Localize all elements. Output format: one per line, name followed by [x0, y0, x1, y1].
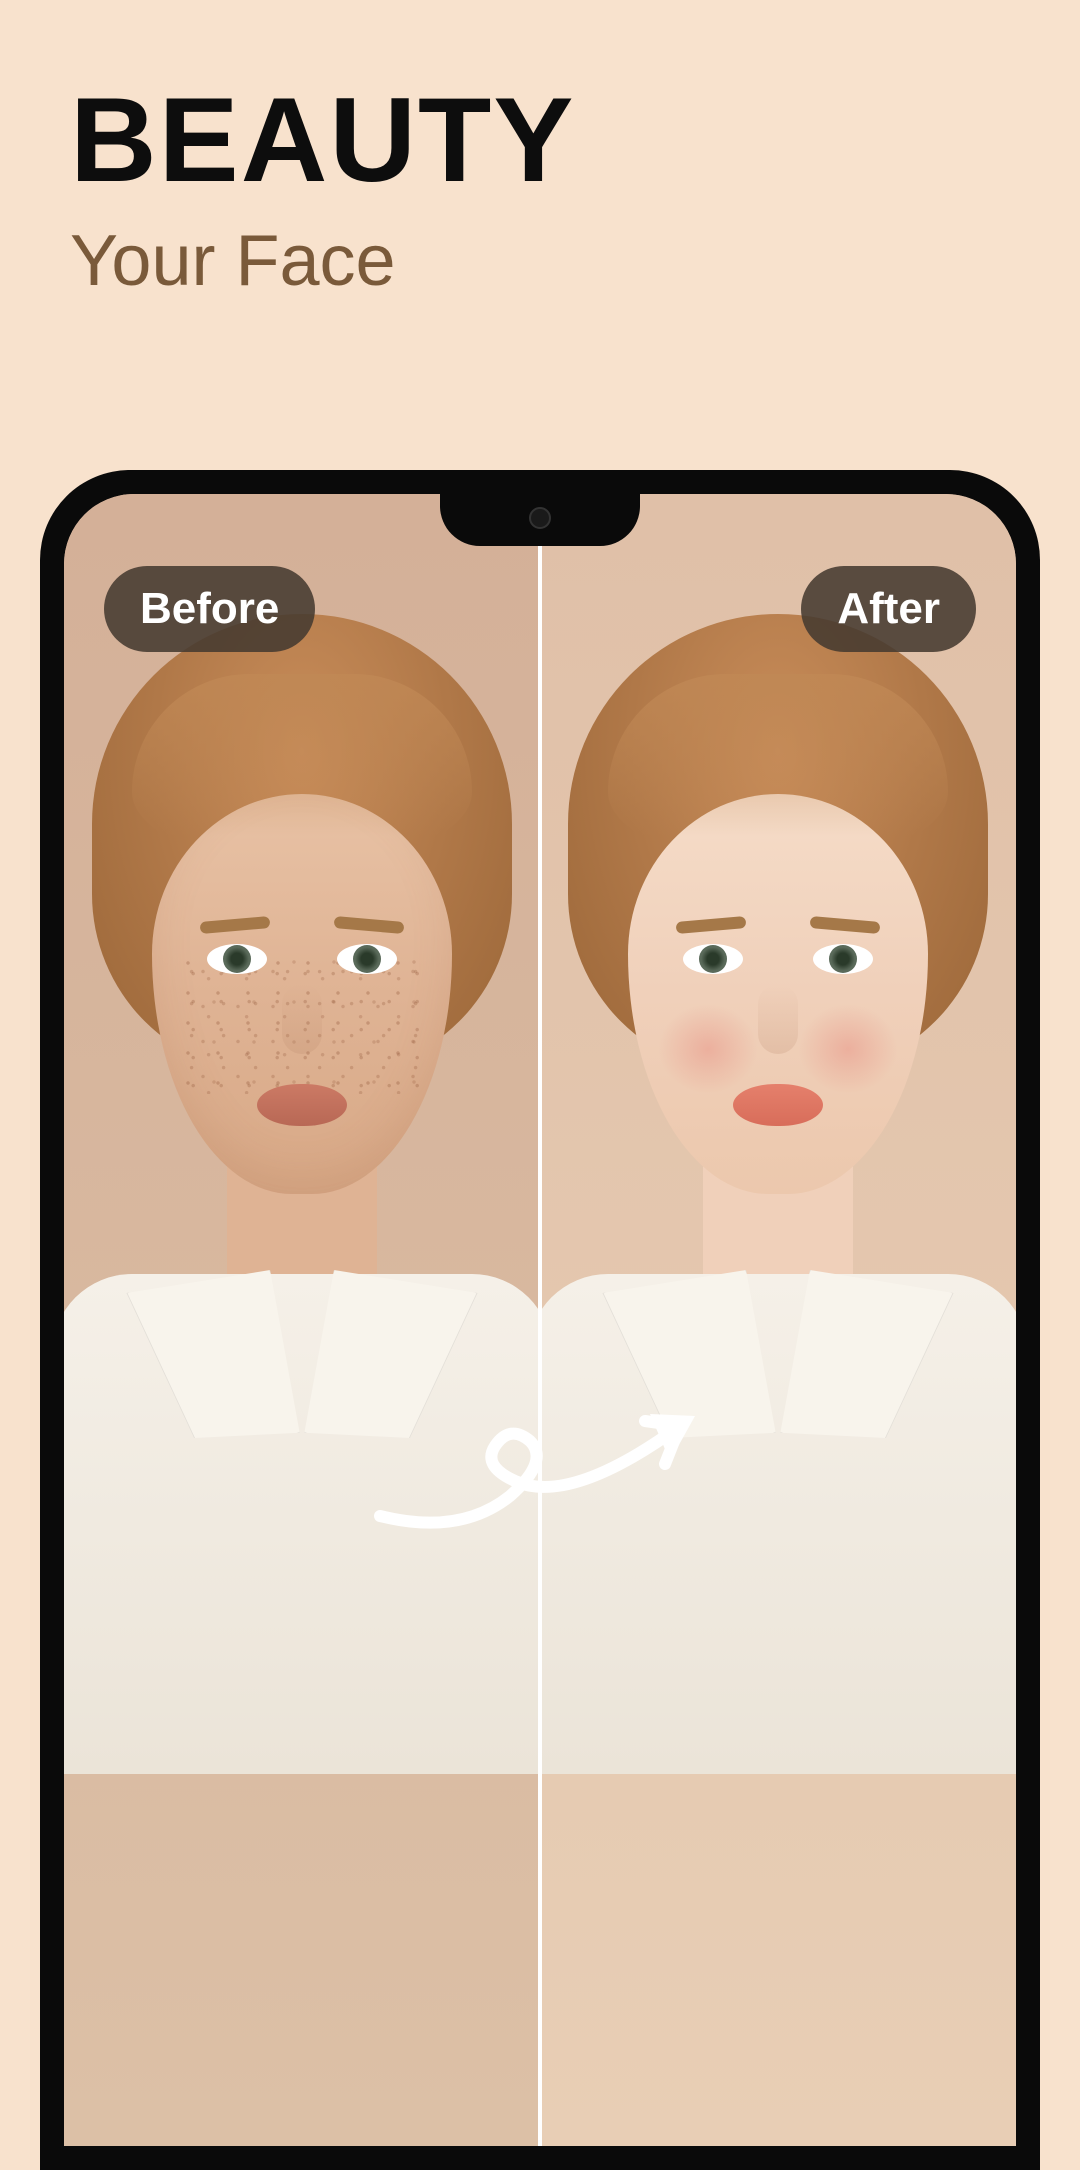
face-illustration-before [82, 614, 522, 1714]
phone-screen: Before After [64, 494, 1016, 2146]
phone-notch [440, 494, 640, 546]
after-image [540, 494, 1016, 2146]
page-title: BEAUTY [70, 80, 1010, 200]
page-subtitle: Your Face [70, 220, 1010, 302]
front-camera-icon [529, 507, 551, 529]
swirl-arrow-icon [340, 1386, 740, 1546]
promo-header: BEAUTY Your Face [0, 0, 1080, 302]
comparison-divider[interactable] [538, 494, 542, 2146]
before-badge: Before [104, 566, 315, 652]
before-after-comparison [64, 494, 1016, 2146]
face-illustration-after [558, 614, 998, 1714]
before-image [64, 494, 540, 2146]
after-badge: After [801, 566, 976, 652]
phone-mockup-frame: Before After [40, 470, 1040, 2170]
